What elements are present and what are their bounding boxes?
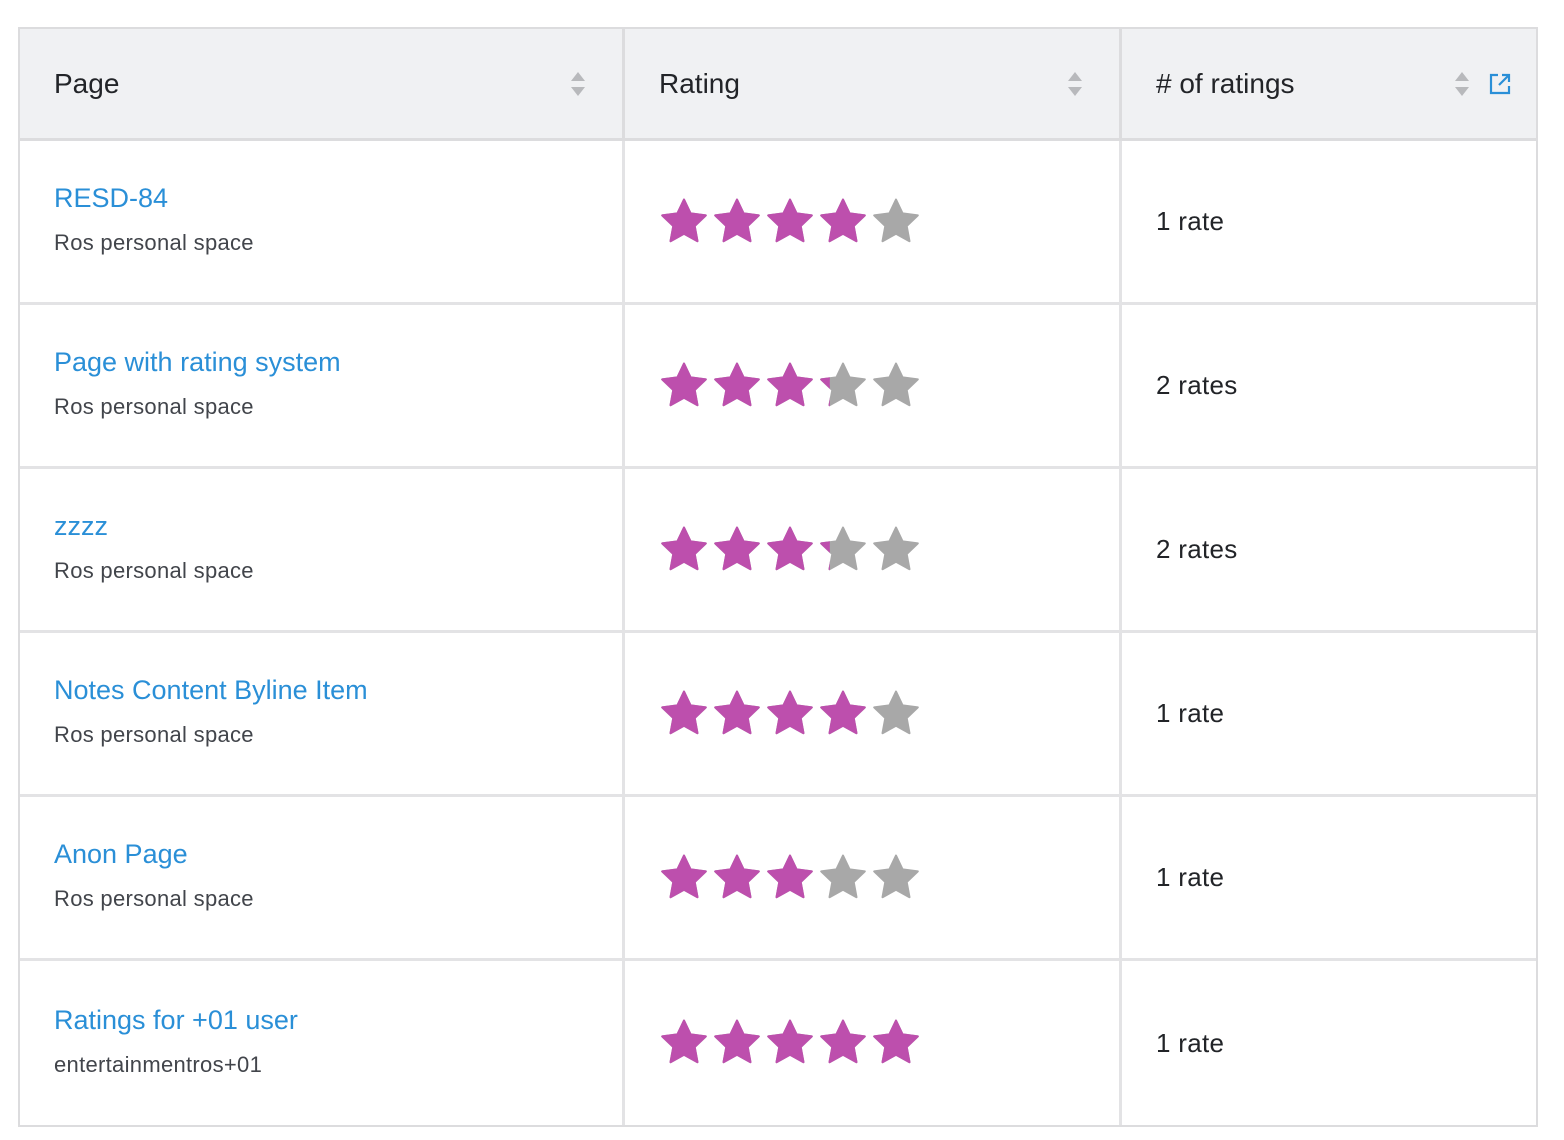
star-icon — [767, 362, 813, 406]
page-title-link[interactable]: Anon Page — [54, 837, 188, 871]
star-icon — [767, 526, 813, 570]
page-space-label: entertainmentros+01 — [54, 1051, 263, 1077]
star-icon — [661, 1019, 707, 1064]
column-header-label: # of ratings — [1156, 67, 1295, 99]
page-title-link[interactable]: zzzz — [54, 509, 108, 543]
table-row: zzzz Ros personal space 2 rates — [20, 469, 1536, 633]
table-row: Page with rating system Ros personal spac… — [20, 305, 1536, 469]
ratings-count: 1 rate — [1156, 1027, 1225, 1058]
rating-cell — [625, 633, 1122, 794]
external-link-icon[interactable] — [1488, 72, 1512, 96]
sort-icon[interactable] — [1067, 70, 1083, 98]
star-icon — [767, 690, 813, 734]
star-icon — [873, 362, 919, 406]
page-title-link[interactable]: Notes Content Byline Item — [54, 673, 368, 707]
star-icon — [767, 198, 813, 242]
rating-cell — [625, 141, 1122, 302]
column-header-count[interactable]: # of ratings — [1122, 29, 1536, 138]
star-icon — [767, 1019, 813, 1064]
rating-cell — [625, 961, 1122, 1125]
page-cell: zzzz Ros personal space — [20, 469, 625, 630]
star-icon — [873, 198, 919, 242]
ratings-count-cell: 1 rate — [1122, 141, 1536, 302]
star-icon — [820, 526, 866, 570]
star-icon — [661, 526, 707, 570]
rating-cell — [625, 797, 1122, 958]
ratings-count: 1 rate — [1156, 206, 1225, 236]
star-icon — [873, 1019, 919, 1064]
star-icon — [873, 690, 919, 734]
ratings-count-cell: 2 rates — [1122, 305, 1536, 466]
ratings-count-cell: 2 rates — [1122, 469, 1536, 630]
star-rating — [658, 1017, 922, 1069]
ratings-count-cell: 1 rate — [1122, 797, 1536, 958]
column-header-rating[interactable]: Rating — [625, 29, 1122, 138]
page-cell: Ratings for +01 user entertainmentros+01 — [20, 961, 625, 1125]
table-body: RESD-84 Ros personal space 1 rate Page with… — [20, 141, 1536, 1125]
star-icon — [820, 198, 866, 242]
page-space-label: Ros personal space — [54, 558, 254, 583]
page-cell: RESD-84 Ros personal space — [20, 141, 625, 302]
star-icon — [714, 362, 760, 406]
page-title-link[interactable]: RESD-84 — [54, 181, 168, 215]
star-rating — [658, 688, 922, 740]
star-icon — [714, 690, 760, 734]
star-icon — [714, 854, 760, 898]
ratings-count: 2 rates — [1156, 370, 1238, 400]
star-icon — [873, 854, 919, 898]
star-rating — [658, 360, 922, 412]
star-rating — [658, 196, 922, 248]
rating-cell — [625, 469, 1122, 630]
star-icon — [661, 362, 707, 406]
table-header: Page Rating # of ratings — [20, 29, 1536, 141]
page-space-label: Ros personal space — [54, 722, 254, 747]
column-header-label: Page — [54, 67, 120, 99]
ratings-count: 1 rate — [1156, 698, 1225, 728]
star-icon — [714, 198, 760, 242]
page-cell: Anon Page Ros personal space — [20, 797, 625, 958]
table-row: RESD-84 Ros personal space 1 rate — [20, 141, 1536, 305]
page-cell: Notes Content Byline Item Ros personal sp… — [20, 633, 625, 794]
ratings-count: 1 rate — [1156, 862, 1225, 892]
column-header-page[interactable]: Page — [20, 29, 625, 138]
star-icon — [714, 1019, 760, 1064]
star-icon — [661, 690, 707, 734]
page-space-label: Ros personal space — [54, 394, 254, 419]
rating-cell — [625, 305, 1122, 466]
column-header-label: Rating — [659, 67, 740, 99]
star-rating — [658, 852, 922, 904]
star-icon — [661, 198, 707, 242]
page-title-link[interactable]: Page with rating system — [54, 345, 341, 379]
star-icon — [714, 526, 760, 570]
star-icon — [767, 854, 813, 898]
ratings-count: 2 rates — [1156, 534, 1238, 564]
table-row: Notes Content Byline Item Ros personal sp… — [20, 633, 1536, 797]
star-icon — [820, 1019, 866, 1064]
sort-icon[interactable] — [570, 70, 586, 98]
table-row: Anon Page Ros personal space 1 rate — [20, 797, 1536, 961]
star-icon — [873, 526, 919, 570]
ratings-count-cell: 1 rate — [1122, 961, 1536, 1125]
star-icon — [820, 362, 866, 406]
star-icon — [820, 854, 866, 898]
ratings-table: Page Rating # of ratings RESD-84 Ros per… — [18, 27, 1538, 1127]
page-title-link[interactable]: Ratings for +01 user — [54, 1003, 298, 1037]
table-row: Ratings for +01 user entertainmentros+01 1… — [20, 961, 1536, 1125]
page-space-label: Ros personal space — [54, 886, 254, 911]
page-cell: Page with rating system Ros personal spac… — [20, 305, 625, 466]
star-icon — [820, 690, 866, 734]
sort-icon[interactable] — [1454, 70, 1470, 98]
page-space-label: Ros personal space — [54, 230, 254, 255]
star-rating — [658, 524, 922, 576]
star-icon — [661, 854, 707, 898]
ratings-count-cell: 1 rate — [1122, 633, 1536, 794]
